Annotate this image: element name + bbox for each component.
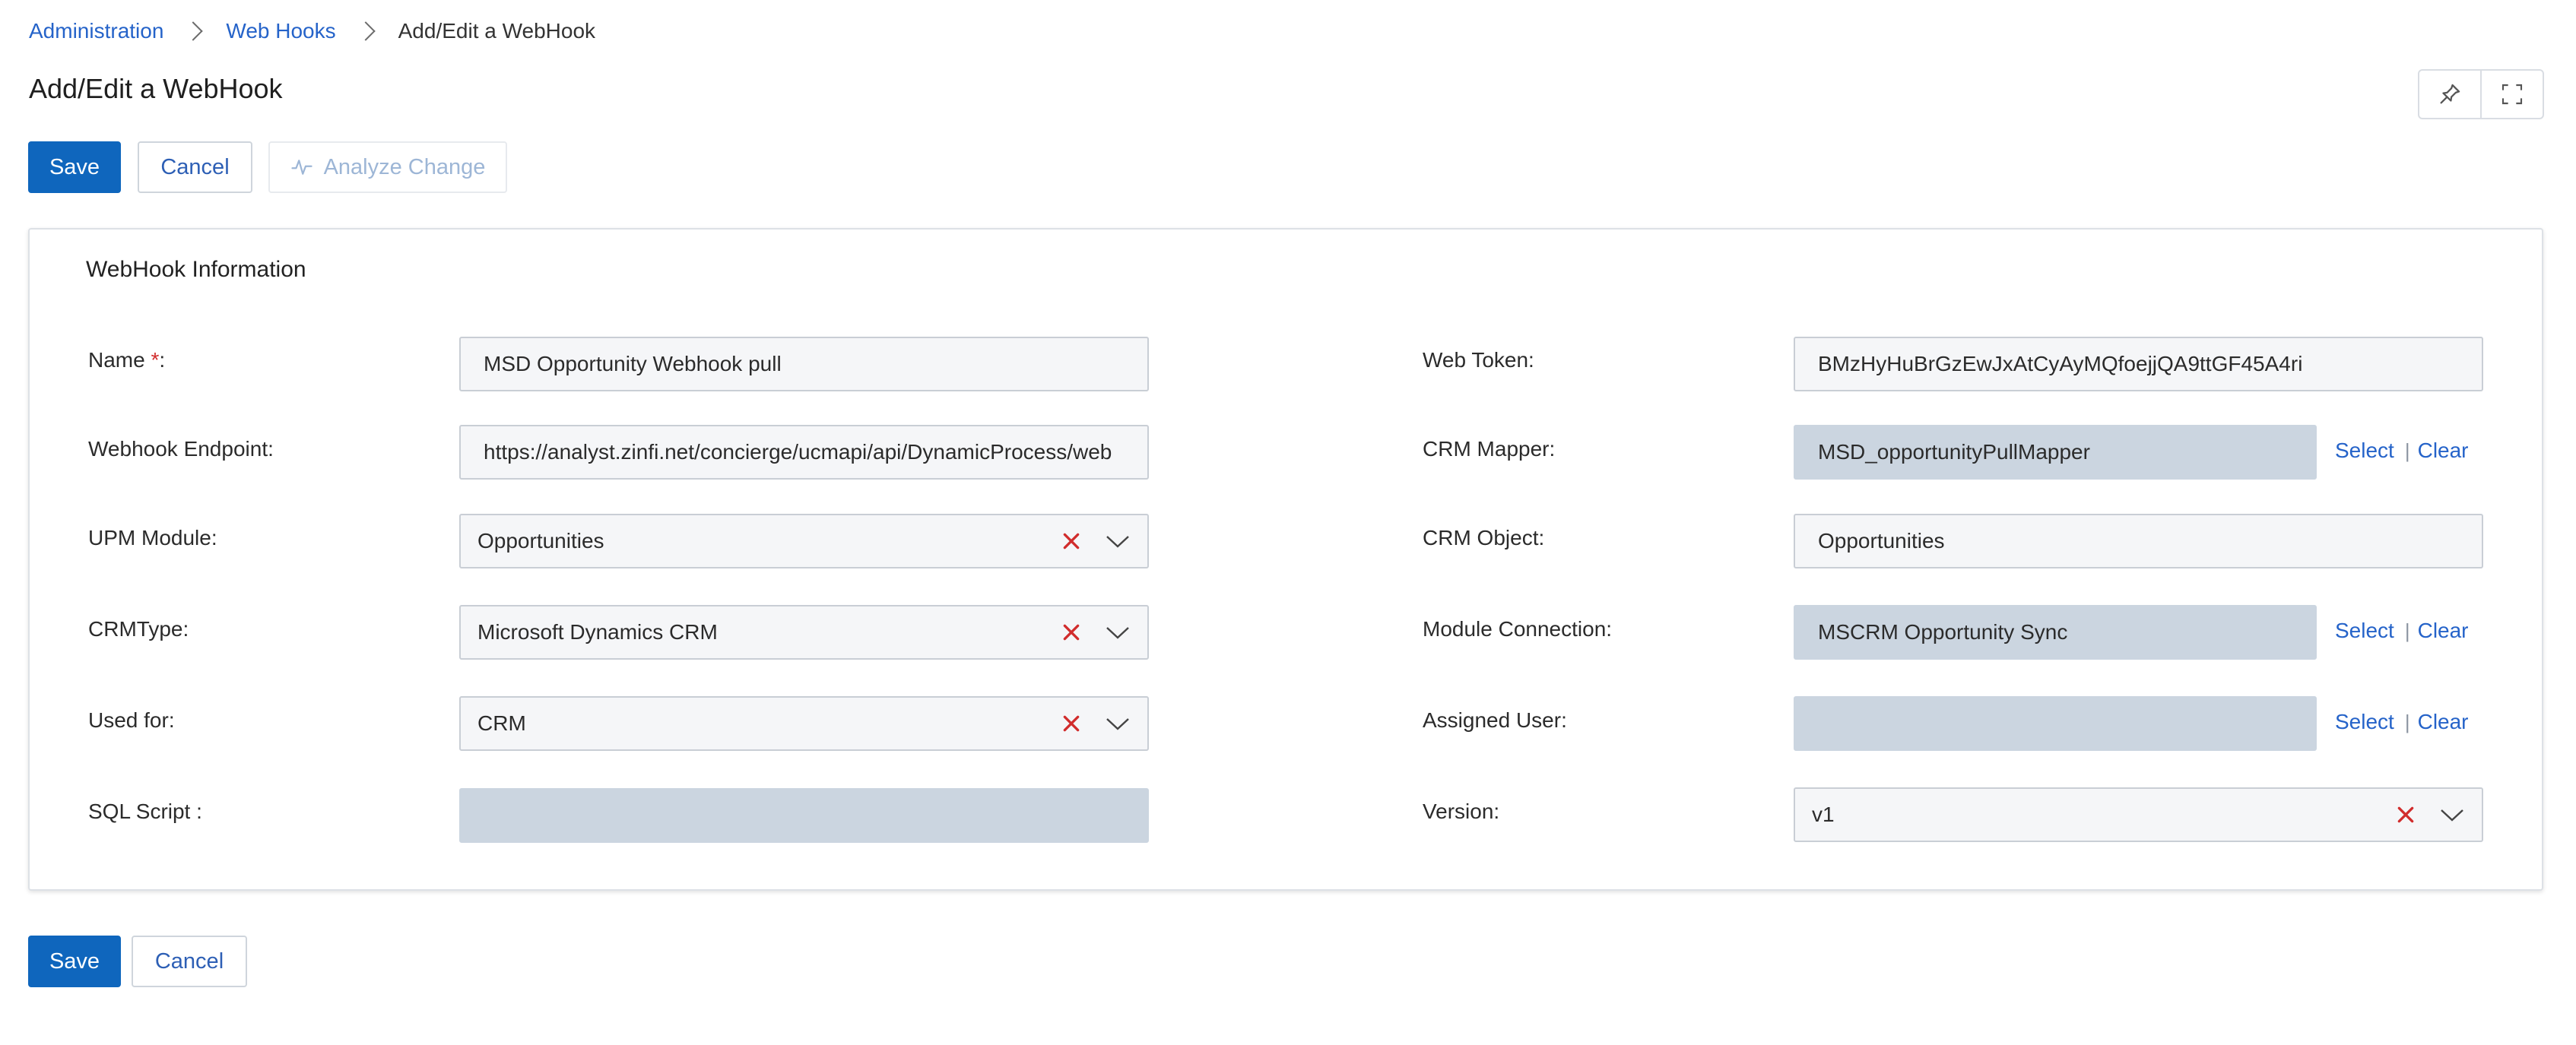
sql-script-label: SQL Script : — [88, 800, 202, 823]
crm-mapper-actions: Select | Clear — [2335, 439, 2469, 463]
breadcrumb: Administration Web Hooks Add/Edit a WebH… — [29, 14, 595, 49]
assigned-user-clear-link[interactable]: Clear — [2418, 710, 2469, 734]
fullscreen-icon — [2501, 84, 2523, 105]
close-icon[interactable] — [2389, 798, 2422, 831]
used-for-label: Used for: — [88, 708, 175, 732]
pin-icon — [2440, 84, 2460, 104]
module-connection-actions: Select | Clear — [2335, 619, 2469, 643]
assigned-user-select-link[interactable]: Select — [2335, 710, 2394, 734]
name-label: Name *: — [88, 348, 166, 372]
close-icon[interactable] — [1055, 616, 1088, 649]
breadcrumb-administration[interactable]: Administration — [29, 19, 163, 43]
breadcrumb-web-hooks[interactable]: Web Hooks — [226, 19, 335, 43]
cancel-button[interactable]: Cancel — [138, 141, 252, 193]
name-input[interactable]: MSD Opportunity Webhook pull — [459, 337, 1149, 391]
webhook-endpoint-label: Webhook Endpoint: — [88, 437, 274, 461]
crm-type-label: CRMType: — [88, 617, 189, 641]
module-connection-select-link[interactable]: Select — [2335, 619, 2394, 643]
web-token-input[interactable]: BMzHyHuBrGzEwJxAtCyAyMQfoejjQA9ttGF45A4r… — [1794, 337, 2483, 391]
breadcrumb-current: Add/Edit a WebHook — [398, 19, 596, 43]
assigned-user-actions: Select | Clear — [2335, 710, 2469, 734]
chevron-down-icon[interactable] — [2433, 798, 2471, 831]
assigned-user-label: Assigned User: — [1423, 708, 1567, 732]
close-icon[interactable] — [1055, 707, 1088, 740]
chevron-down-icon[interactable] — [1099, 616, 1137, 649]
upm-module-select[interactable]: Opportunities — [459, 514, 1149, 568]
close-icon[interactable] — [1055, 524, 1088, 558]
version-label: Version: — [1423, 800, 1500, 823]
module-connection-field: MSCRM Opportunity Sync — [1794, 605, 2317, 660]
page-title: Add/Edit a WebHook — [29, 73, 283, 104]
crm-object-input[interactable]: Opportunities — [1794, 514, 2483, 568]
pin-button[interactable] — [2419, 71, 2480, 118]
module-connection-label: Module Connection: — [1423, 617, 1613, 641]
crm-object-label: CRM Object: — [1423, 526, 1545, 549]
crm-mapper-field: MSD_opportunityPullMapper — [1794, 425, 2317, 480]
chevron-down-icon[interactable] — [1099, 707, 1137, 740]
used-for-select[interactable]: CRM — [459, 696, 1149, 751]
footer-cancel-button[interactable]: Cancel — [132, 936, 247, 987]
sql-script-field[interactable] — [459, 788, 1149, 843]
footer-save-button[interactable]: Save — [28, 936, 121, 987]
crm-type-select[interactable]: Microsoft Dynamics CRM — [459, 605, 1149, 660]
required-marker: * — [151, 348, 160, 372]
crm-mapper-label: CRM Mapper: — [1423, 437, 1556, 461]
crm-mapper-select-link[interactable]: Select — [2335, 439, 2394, 463]
chevron-right-icon — [183, 21, 204, 41]
save-button[interactable]: Save — [28, 141, 121, 193]
version-select[interactable]: v1 — [1794, 787, 2483, 842]
web-token-label: Web Token: — [1423, 348, 1534, 372]
analyze-change-label: Analyze Change — [323, 154, 486, 179]
analyze-change-button[interactable]: Analyze Change — [268, 141, 507, 193]
view-tools — [2418, 69, 2544, 119]
activity-icon — [290, 160, 312, 175]
module-connection-clear-link[interactable]: Clear — [2418, 619, 2469, 643]
upm-module-label: UPM Module: — [88, 526, 217, 549]
webhook-endpoint-input[interactable]: https://analyst.zinfi.net/concierge/ucma… — [459, 425, 1149, 480]
assigned-user-field — [1794, 696, 2317, 751]
chevron-right-icon — [355, 21, 376, 41]
chevron-down-icon[interactable] — [1099, 524, 1137, 558]
crm-mapper-clear-link[interactable]: Clear — [2418, 439, 2469, 463]
section-title: WebHook Information — [86, 257, 306, 282]
fullscreen-button[interactable] — [2480, 71, 2543, 118]
